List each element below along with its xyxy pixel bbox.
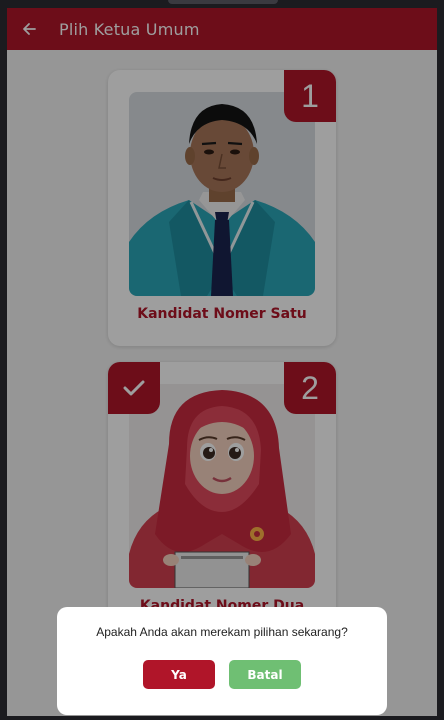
camera-notch — [168, 0, 278, 4]
confirm-button[interactable]: Ya — [143, 660, 215, 689]
dialog-message: Apakah Anda akan merekam pilihan sekaran… — [96, 625, 348, 639]
cancel-button[interactable]: Batal — [229, 660, 301, 689]
status-bar — [0, 0, 444, 8]
bottom-bezel — [0, 716, 444, 720]
app-screen: Plih Ketua Umum Kandidat Nomer Satu 1 Ka… — [7, 8, 437, 716]
confirm-dialog: Apakah Anda akan merekam pilihan sekaran… — [57, 607, 387, 715]
